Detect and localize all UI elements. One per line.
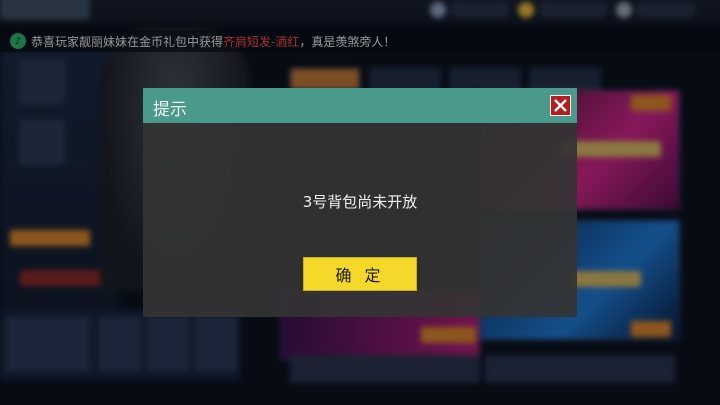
dialog-title: 提示 — [153, 100, 187, 120]
close-icon — [554, 99, 567, 112]
notice-dialog: 提示 3号背包尚未开放 确 定 — [143, 88, 577, 317]
dialog-message: 3号背包尚未开放 — [302, 193, 418, 211]
dialog-header: 提示 — [143, 88, 577, 123]
close-button[interactable] — [550, 95, 571, 116]
confirm-button[interactable]: 确 定 — [303, 257, 417, 291]
